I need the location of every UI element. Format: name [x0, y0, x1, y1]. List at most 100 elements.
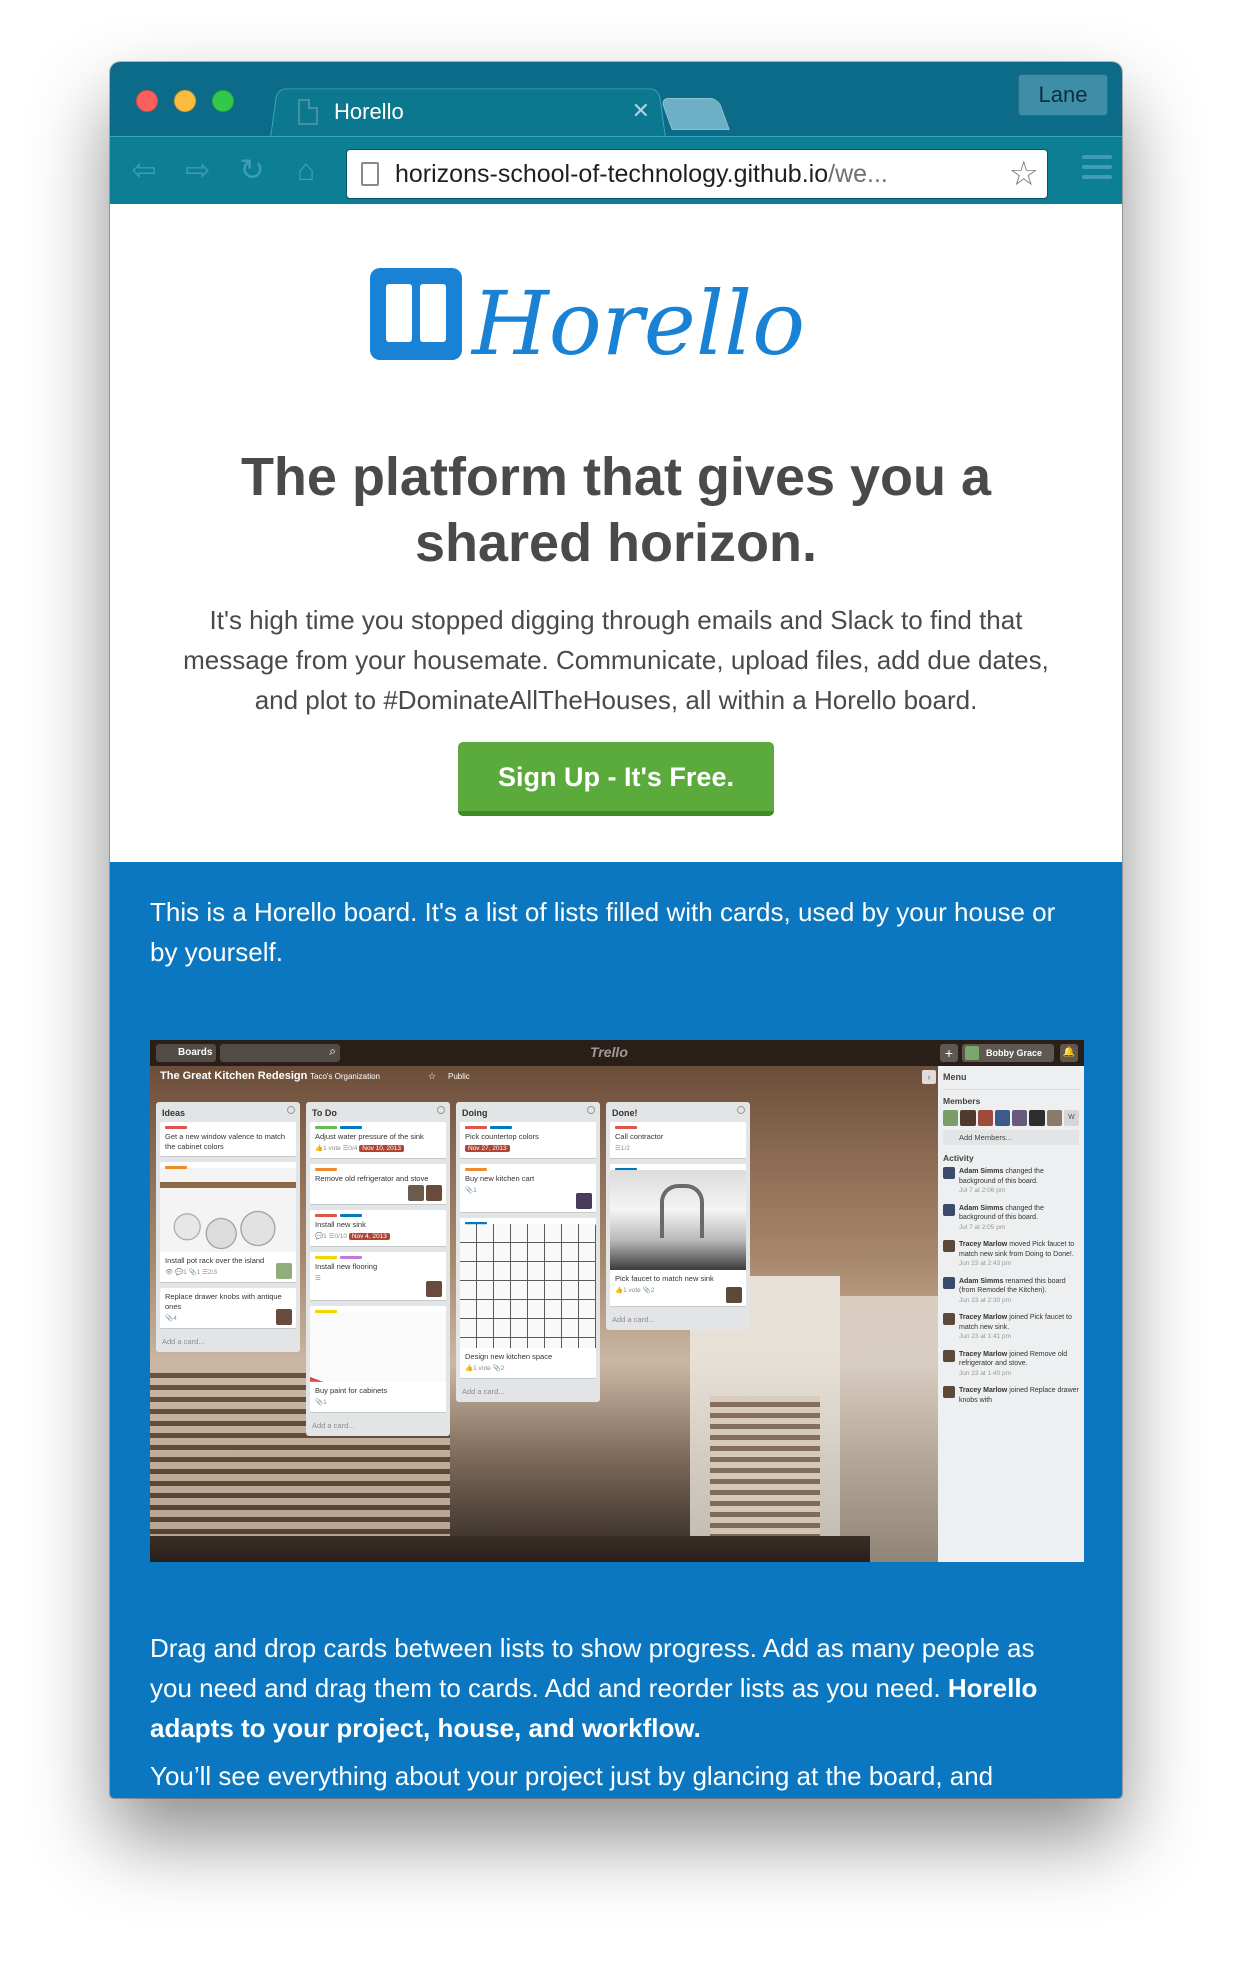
activity-who: Adam Simms: [959, 1204, 1004, 1212]
board-org: Taco's Organization: [310, 1072, 381, 1081]
avatar: [276, 1263, 292, 1279]
avatar: [576, 1193, 592, 1209]
card: Remove old refrigerator and stove: [310, 1164, 446, 1205]
avatar: [276, 1309, 292, 1325]
card-title: Install new flooring: [315, 1262, 378, 1271]
card-meta: ☰1/2: [615, 1145, 630, 1152]
card: Call contractor ☰1/2: [610, 1122, 746, 1159]
board-visibility: Public: [448, 1072, 470, 1081]
avatar: [943, 1313, 955, 1325]
logo-wordmark: Horello: [470, 272, 805, 375]
floor-plan-image: [460, 1224, 596, 1348]
card-meta: 📎1: [315, 1399, 327, 1406]
add-members-button: Add Members...: [943, 1130, 1079, 1145]
activity-time: Jun 23 at 1:40 pm: [959, 1369, 1012, 1377]
menu-icon[interactable]: [1082, 155, 1112, 183]
back-arrow-icon[interactable]: ⇦: [124, 153, 164, 189]
card: Install new flooring ☰: [310, 1252, 446, 1301]
activity-who: Tracey Marlow: [959, 1314, 1008, 1321]
add-card-link: Add a card...: [612, 1315, 655, 1324]
home-icon[interactable]: ⌂: [286, 153, 326, 189]
card-title: Get a new window valence to match the ca…: [165, 1132, 286, 1151]
url-text[interactable]: horizons-school-of-technology.github.io/…: [395, 160, 995, 189]
add-card-link: Add a card...: [162, 1337, 205, 1346]
card-meta: 📎4: [165, 1315, 177, 1322]
card: Design new kitchen space 👍1 vote 📎2: [460, 1218, 596, 1379]
card: Adjust water pressure of the sink 👍1 vot…: [310, 1122, 446, 1159]
activity-who: Adam Simms: [959, 1168, 1004, 1175]
activity-who: Tracey Marlow: [959, 1387, 1008, 1394]
avatar: [426, 1281, 442, 1297]
list-title: To Do: [312, 1108, 337, 1118]
zoom-window-button[interactable]: [212, 90, 234, 112]
card: Get a new window valence to match the ca…: [160, 1122, 296, 1157]
close-window-button[interactable]: [136, 90, 158, 112]
activity-item: Tracey Marlow joined Pick faucet to matc…: [943, 1313, 1079, 1342]
card-title: Buy paint for cabinets: [315, 1386, 388, 1395]
list-menu-icon: [437, 1106, 445, 1114]
activity-who: Tracey Marlow: [959, 1241, 1008, 1248]
avatar: [960, 1110, 976, 1126]
activity-heading: Activity: [943, 1153, 974, 1163]
card-title: Design new kitchen space: [465, 1352, 553, 1361]
tab-close-icon[interactable]: ✕: [632, 98, 650, 124]
members-heading: Members: [943, 1096, 981, 1106]
avatar: [943, 1167, 955, 1179]
card-title: Pick countertop colors: [465, 1132, 539, 1141]
avatar: [943, 1240, 955, 1252]
pot-rack-image: [160, 1168, 296, 1252]
trello-brand: Trello: [590, 1044, 628, 1060]
card: Buy paint for cabinets 📎1: [310, 1306, 446, 1413]
chevron-right-icon: ›: [922, 1070, 936, 1084]
hero-section: Horello The platform that gives you a sh…: [110, 204, 1122, 862]
browser-toolbar: ⇦ ⇨ ↻ ⌂ horizons-school-of-technology.gi…: [110, 136, 1122, 204]
card-title: Adjust water pressure of the sink: [315, 1132, 424, 1141]
due-date-badge: Nov 4, 2013: [348, 1233, 390, 1240]
avatar: [943, 1349, 955, 1362]
active-tab-content[interactable]: Horello ✕: [288, 92, 658, 132]
new-tab-button[interactable]: [660, 98, 730, 130]
tab-title: Horello: [334, 99, 404, 124]
profile-button[interactable]: Lane: [1018, 74, 1108, 116]
card-title: Remove old refrigerator and stove: [315, 1174, 429, 1183]
card-meta: 📎1: [465, 1187, 477, 1194]
board-search: ⌕: [220, 1044, 340, 1062]
card-title: Buy new kitchen cart: [465, 1174, 535, 1183]
minimize-window-button[interactable]: [174, 90, 196, 112]
forward-arrow-icon[interactable]: ⇨: [178, 153, 218, 189]
sidebar-menu-title: Menu: [943, 1072, 1079, 1090]
browser-titlebar: Horello ✕ Lane: [110, 62, 1122, 138]
boards-button: Boards: [156, 1044, 216, 1062]
due-date-badge: Nov 10, 2013: [359, 1145, 404, 1152]
board-screenshot: Boards ⌕ Trello + Bobby Grace 🔔 The Grea…: [150, 1040, 1084, 1562]
list-doing: Doing Pick countertop colors Nov 27, 201…: [456, 1102, 600, 1402]
list-ideas: Ideas Get a new window valence to match …: [156, 1102, 300, 1352]
card: Replace drawer knobs with antique ones 📎…: [160, 1288, 296, 1329]
page-content: Horello The platform that gives you a sh…: [110, 204, 1122, 1798]
page-icon: [361, 162, 379, 186]
avatar: [994, 1110, 1010, 1126]
list-title: Done!: [612, 1108, 638, 1118]
address-bar[interactable]: horizons-school-of-technology.github.io/…: [346, 149, 1048, 199]
activity-item: Tracey Marlow moved Pick faucet to match…: [943, 1240, 1079, 1269]
search-icon: ⌕: [329, 1044, 336, 1058]
activity-who: Tracey Marlow: [959, 1350, 1008, 1358]
card: Install new sink 💬1 ☰0/10 Nov 4, 2013: [310, 1210, 446, 1247]
signup-button[interactable]: Sign Up - It's Free.: [458, 742, 774, 816]
activity-time: Jun 23 at 2:43 pm: [959, 1260, 1012, 1267]
bookmark-star-icon[interactable]: ☆: [1009, 154, 1039, 194]
member-avatars: W: [943, 1110, 1079, 1126]
card-meta: 👁 💬1 📎1 ☰2/3: [165, 1269, 217, 1276]
list-menu-icon: [737, 1106, 745, 1114]
activity-time: Jun 23 at 1:41 pm: [959, 1333, 1012, 1340]
card-title: Install pot rack over the island: [165, 1256, 265, 1265]
url-host: horizons-school-of-technology.github.io: [395, 160, 829, 188]
list-menu-icon: [287, 1106, 295, 1114]
activity-who: Adam Simms: [959, 1277, 1004, 1285]
reload-icon[interactable]: ↻: [232, 153, 272, 189]
card-meta: 👍1 vote 📎2: [465, 1365, 505, 1372]
board-header-bar: Boards ⌕ Trello + Bobby Grace 🔔: [150, 1040, 1084, 1066]
avatar: [726, 1287, 742, 1303]
user-button: Bobby Grace: [962, 1044, 1054, 1062]
avatar: W: [1063, 1110, 1079, 1126]
